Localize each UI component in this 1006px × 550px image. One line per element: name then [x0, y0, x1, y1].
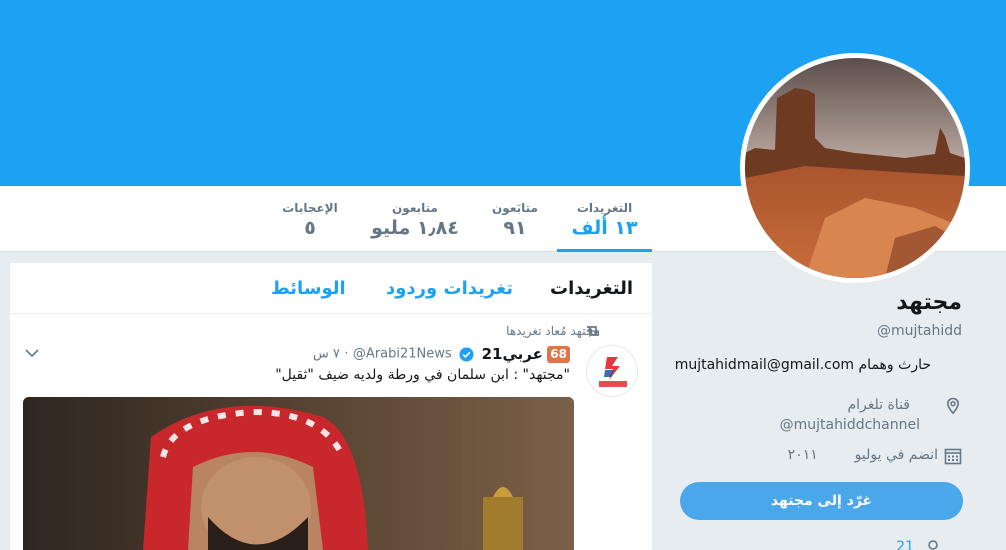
stat-likes-label: الإعجابات — [282, 201, 338, 215]
tweet-to-button[interactable]: غرّد إلى مجتهد — [680, 482, 963, 520]
tweet-author-name[interactable]: عربي21 — [482, 345, 543, 363]
tab-tweets[interactable]: التغريدات — [550, 278, 633, 299]
calendar-icon — [944, 448, 962, 465]
profile-bio-text: حارث وهمام — [858, 357, 931, 373]
tweet-text: "مجتهد" : ابن سلمان في ورطة ولديه ضيف "ث… — [275, 367, 570, 383]
profile-joined: انضم في يوليو ٢٠١١ — [662, 447, 962, 467]
chevron-down-icon[interactable] — [24, 347, 40, 359]
joined-label: انضم في يوليو — [854, 447, 938, 463]
joined-year: ٢٠١١ — [787, 447, 818, 463]
verified-icon — [459, 346, 474, 362]
tweet-badge: 68 — [547, 345, 570, 363]
stat-followers[interactable]: متابعون ١٫٨٤ مليو — [360, 186, 470, 252]
stat-following-label: متابَعون — [492, 201, 538, 215]
joined-text: انضم في يوليو ٢٠١١ — [788, 447, 938, 463]
timeline-tabs: التغريدات تغريدات وردود الوسائط — [10, 263, 652, 314]
stat-tweets-label: التغريدات — [576, 201, 633, 215]
tweet-header: 68 عربي21 @Arabi21News · ٧ س — [313, 345, 570, 365]
tweet-media-image[interactable] — [23, 397, 574, 550]
profile-bio-email[interactable]: mujtahidmail@gmail.com — [675, 357, 854, 373]
location-line1: قناة تلغرام — [847, 397, 910, 413]
stat-likes-value: ٥ — [304, 217, 316, 239]
profile-name: مجتهد — [896, 290, 962, 315]
partial-row-count[interactable]: 21 — [896, 539, 914, 550]
location-line2[interactable]: @mujtahiddchannel — [780, 417, 920, 433]
stat-tweets[interactable]: التغريدات ١٣ ألف — [557, 186, 652, 252]
retweet-context[interactable]: مجتهد مُعاد تغريدها — [506, 324, 600, 338]
profile-card: مجتهد @mujtahidd حارث وهمام mujtahidmail… — [664, 252, 984, 550]
stat-followers-value: ١٫٨٤ مليو — [371, 217, 459, 239]
stat-tweets-value: ١٣ ألف — [571, 217, 638, 239]
profile-bio: حارث وهمام mujtahidmail@gmail.com — [675, 357, 931, 373]
tab-media[interactable]: الوسائط — [271, 278, 346, 299]
profile-location: قناة تلغرام @mujtahiddchannel — [662, 397, 962, 437]
profile-handle: @mujtahidd — [876, 323, 962, 339]
stat-followers-label: متابعون — [392, 201, 438, 215]
profile-partial-row: 21 — [662, 539, 962, 550]
profile-avatar[interactable] — [740, 53, 970, 283]
stat-following[interactable]: متابَعون ٩١ — [480, 186, 550, 252]
timeline: التغريدات تغريدات وردود الوسائط مجتهد مُ… — [10, 263, 652, 550]
tweet-separator: · — [344, 346, 349, 362]
stat-likes[interactable]: الإعجابات ٥ — [270, 186, 350, 252]
tweet-author-handle[interactable]: @Arabi21News — [353, 347, 452, 362]
tweet-time[interactable]: ٧ س — [313, 347, 340, 362]
location-pin-icon — [946, 397, 960, 415]
tweet-author-avatar[interactable] — [586, 345, 638, 397]
tab-tweets-replies[interactable]: تغريدات وردود — [386, 278, 513, 299]
pin-icon — [928, 540, 938, 550]
stat-following-value: ٩١ — [503, 217, 527, 239]
